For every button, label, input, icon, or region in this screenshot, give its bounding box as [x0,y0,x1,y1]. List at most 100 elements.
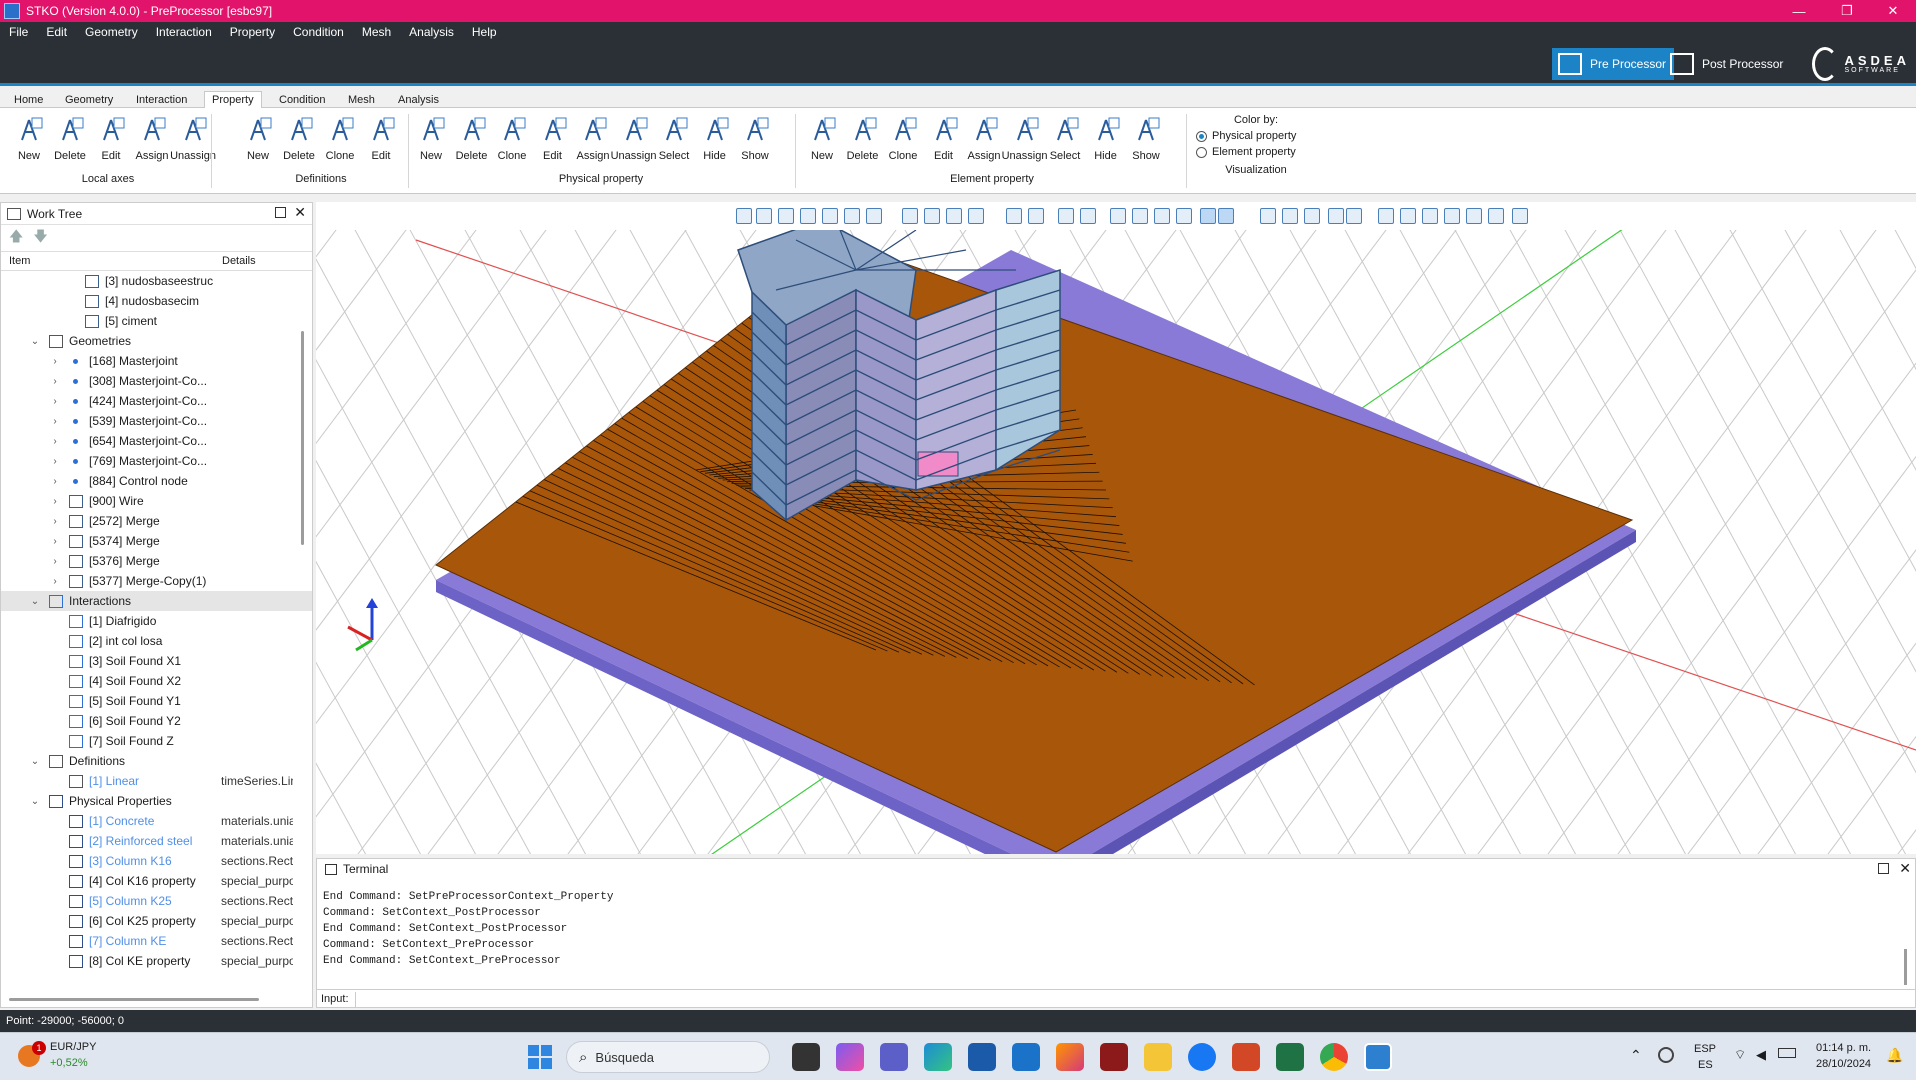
firefox-icon[interactable] [1056,1043,1084,1071]
edge-icon[interactable] [924,1043,952,1071]
element-property-unassign-button[interactable]: Unassign [1002,116,1047,172]
view-tool-19-icon[interactable] [1176,208,1192,224]
chevron-right-icon[interactable]: › [49,496,61,507]
menu-property[interactable]: Property [221,25,284,39]
menu-mesh[interactable]: Mesh [353,25,400,39]
tree-row[interactable]: [4] Col K16 property special_purpo [1,871,312,891]
view-tool-30-icon[interactable] [1444,208,1460,224]
security-icon[interactable] [1658,1047,1674,1063]
element-property-delete-button[interactable]: Delete [842,116,884,172]
tree-hscrollbar[interactable] [9,998,259,1001]
tab-analysis[interactable]: Analysis [390,91,447,108]
start-button[interactable] [528,1045,552,1069]
chevron-down-icon[interactable]: ⌄ [29,336,41,347]
mail-icon[interactable] [1012,1043,1040,1071]
tab-home[interactable]: Home [6,91,51,108]
float-panel-icon[interactable] [275,207,286,218]
chevron-right-icon[interactable]: › [49,576,61,587]
view-tool-6-icon[interactable] [844,208,860,224]
menu-edit[interactable]: Edit [37,25,76,39]
tree-row[interactable]: › [424] Masterjoint-Co... [1,391,312,411]
definitions-new-button[interactable]: New [237,116,279,172]
tree-row[interactable]: [2] int col losa [1,631,312,651]
element-property-select-button[interactable]: Select [1044,116,1086,172]
chevron-right-icon[interactable]: › [49,516,61,527]
local-axes-delete-button[interactable]: Delete [49,116,91,172]
view-tool-26-icon[interactable] [1346,208,1362,224]
chevron-right-icon[interactable]: › [49,436,61,447]
view-tool-22-icon[interactable] [1260,208,1276,224]
tree-row[interactable]: › [2572] Merge [1,511,312,531]
physical-property-clone-button[interactable]: Clone [491,116,533,172]
close-panel-icon[interactable]: ✕ [294,204,306,221]
wifi-icon[interactable]: ⌔ [1734,1047,1746,1063]
file-explorer-icon[interactable] [1144,1043,1172,1071]
tab-geometry[interactable]: Geometry [57,91,121,108]
tree-row[interactable]: [3] Soil Found X1 [1,651,312,671]
keyboard-layout[interactable]: ES [1698,1059,1713,1071]
tree-row[interactable]: [7] Column KE sections.Rect [1,931,312,951]
physical-property-assign-button[interactable]: Assign [572,116,614,172]
view-tool-27-icon[interactable] [1378,208,1394,224]
tree-row[interactable]: ⌄ Physical Properties [1,791,312,811]
app-icon-red[interactable] [1100,1043,1128,1071]
tab-interaction[interactable]: Interaction [128,91,195,108]
notification-bell-icon[interactable]: 🔔 [1886,1047,1903,1064]
tree-row[interactable]: [2] Reinforced steel materials.unia [1,831,312,851]
language-code[interactable]: ESP [1694,1043,1716,1055]
tree-row[interactable]: › [5377] Merge-Copy(1) [1,571,312,591]
terminal-scrollbar[interactable] [1904,949,1907,985]
move-up-icon[interactable]: 🡅 [9,226,23,250]
tree-row[interactable]: [8] Col KE property special_purpo [1,951,312,971]
close-button[interactable]: ✕ [1870,0,1916,22]
view-tool-14-icon[interactable] [1058,208,1074,224]
close-terminal-icon[interactable]: ✕ [1899,860,1911,877]
tree-row[interactable]: [3] Column K16 sections.Rect [1,851,312,871]
view-tool-4-icon[interactable] [800,208,816,224]
view-tool-18-icon[interactable] [1154,208,1170,224]
view-tool-8-icon[interactable] [902,208,918,224]
tree-row[interactable]: › [900] Wire [1,491,312,511]
color-by-element-radio[interactable]: Element property [1196,146,1316,158]
physical-property-edit-button[interactable]: Edit [532,116,574,172]
chevron-down-icon[interactable]: ⌄ [29,596,41,607]
view-tool-11-icon[interactable] [968,208,984,224]
view-tool-1-icon[interactable] [736,208,752,224]
tree-row[interactable]: ⌄ Interactions [1,591,312,611]
view-tool-28-icon[interactable] [1400,208,1416,224]
tree-row[interactable]: [1] Linear timeSeries.Lin [1,771,312,791]
view-tool-15-icon[interactable] [1080,208,1096,224]
tab-mesh[interactable]: Mesh [340,91,383,108]
stko-taskbar-icon[interactable] [1364,1043,1392,1071]
chevron-down-icon[interactable]: ⌄ [29,756,41,767]
element-property-assign-button[interactable]: Assign [963,116,1005,172]
physical-property-unassign-button[interactable]: Unassign [611,116,656,172]
view-tool-21-icon[interactable] [1218,208,1234,224]
tree-row[interactable]: [5] ciment [1,311,312,331]
physical-property-new-button[interactable]: New [410,116,452,172]
element-property-hide-button[interactable]: Hide [1085,116,1127,172]
excel-icon[interactable] [1276,1043,1304,1071]
view-tool-20-icon[interactable] [1200,208,1216,224]
menu-geometry[interactable]: Geometry [76,25,147,39]
menu-condition[interactable]: Condition [284,25,353,39]
local-axes-unassign-button[interactable]: Unassign [170,116,216,172]
physical-property-select-button[interactable]: Select [653,116,695,172]
pre-processor-button[interactable]: Pre Processor [1552,48,1675,80]
volume-icon[interactable]: ◀ [1756,1047,1766,1063]
chevron-right-icon[interactable]: › [49,376,61,387]
view-tool-24-icon[interactable] [1304,208,1320,224]
float-terminal-icon[interactable] [1878,863,1889,874]
chevron-right-icon[interactable]: › [49,416,61,427]
command-input[interactable] [354,991,356,1007]
definitions-clone-button[interactable]: Clone [319,116,361,172]
tree-row[interactable]: [5] Column K25 sections.Rect [1,891,312,911]
color-by-physical-radio[interactable]: Physical property [1196,130,1316,142]
element-property-show-button[interactable]: Show [1125,116,1167,172]
tab-condition[interactable]: Condition [271,91,333,108]
col-details[interactable]: Details [222,255,256,267]
clock-date[interactable]: 28/10/2024 [1816,1058,1871,1070]
element-property-new-button[interactable]: New [801,116,843,172]
chevron-right-icon[interactable]: › [49,456,61,467]
teams-icon[interactable] [880,1043,908,1071]
